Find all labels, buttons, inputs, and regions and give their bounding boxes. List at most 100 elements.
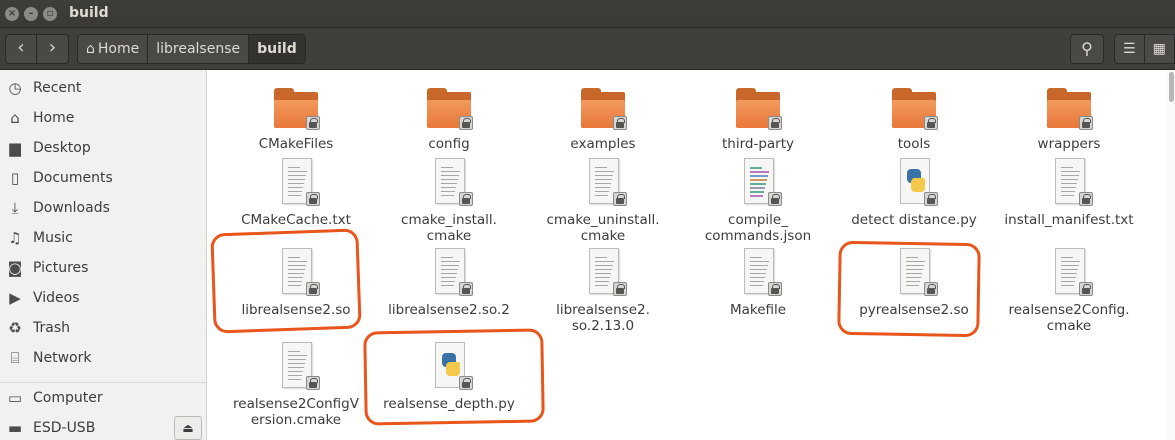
file-item-cmakefiles[interactable]: CMakeFiles bbox=[221, 80, 371, 152]
file-item-librealsense2-so-2-13-0[interactable]: librealsense2. so.2.13.0 bbox=[528, 246, 678, 334]
folder-icon: ▆ bbox=[9, 139, 21, 157]
breadcrumb: ⌂ Home librealsense build bbox=[77, 34, 306, 64]
annotation-circle bbox=[837, 240, 981, 338]
file-item-config[interactable]: config bbox=[374, 80, 524, 152]
text-file-icon bbox=[577, 246, 629, 298]
file-item-cmake-uninstall-cmake[interactable]: cmake_uninstall. cmake bbox=[528, 156, 678, 244]
file-item-third-party[interactable]: third-party bbox=[683, 80, 833, 152]
lock-icon bbox=[613, 282, 627, 296]
text-file-icon bbox=[732, 246, 784, 298]
document-icon: ▯ bbox=[10, 169, 20, 187]
eject-button[interactable]: ⏏ bbox=[174, 416, 202, 440]
folder-icon bbox=[1043, 80, 1095, 132]
file-item-detect-distance-py[interactable]: detect distance.py bbox=[839, 156, 989, 228]
home-icon: ⌂ bbox=[86, 41, 95, 57]
download-icon: ⤓ bbox=[11, 199, 19, 217]
sidebar-item-label: Videos bbox=[33, 290, 80, 306]
sidebar-item-home[interactable]: ⌂ Home bbox=[0, 104, 206, 132]
folder-icon bbox=[888, 80, 940, 132]
folder-icon bbox=[732, 80, 784, 132]
json-file-icon bbox=[732, 156, 784, 208]
sidebar-item-downloads[interactable]: ⤓ Downloads bbox=[0, 194, 206, 222]
sidebar-item-label: Downloads bbox=[33, 200, 110, 216]
file-item-cmake-install-cmake[interactable]: cmake_install. cmake bbox=[374, 156, 524, 244]
file-name: CMakeCache.txt bbox=[241, 212, 351, 228]
lock-icon bbox=[306, 192, 320, 206]
lock-icon bbox=[768, 282, 782, 296]
lock-icon bbox=[459, 116, 473, 130]
grid-view-button[interactable]: ▦ bbox=[1145, 35, 1174, 63]
maximize-window-button[interactable]: ▫ bbox=[43, 7, 57, 21]
scrollbar-thumb[interactable] bbox=[1169, 72, 1174, 102]
sidebar-item-computer[interactable]: ▭ Computer bbox=[0, 384, 206, 412]
sidebar-item-label: ESD-USB bbox=[33, 420, 96, 436]
lock-icon bbox=[1079, 192, 1093, 206]
file-item-install-manifest-txt[interactable]: install_manifest.txt bbox=[994, 156, 1144, 228]
file-item-realsense2configv-ersion-cmake[interactable]: realsense2ConfigV ersion.cmake bbox=[221, 340, 371, 428]
video-icon: ▶ bbox=[9, 289, 21, 307]
window-title: build bbox=[69, 5, 109, 21]
sidebar-item-pictures[interactable]: ◙ Pictures bbox=[0, 254, 206, 282]
file-item-compile-commands-json[interactable]: compile_ commands.json bbox=[683, 156, 833, 244]
file-name: cmake_uninstall. cmake bbox=[546, 212, 660, 244]
text-file-icon bbox=[1043, 246, 1095, 298]
breadcrumb-build[interactable]: build bbox=[249, 35, 305, 63]
sidebar-item-documents[interactable]: ▯ Documents bbox=[0, 164, 206, 192]
breadcrumb-home[interactable]: ⌂ Home bbox=[78, 35, 149, 63]
minimize-window-button[interactable]: – bbox=[24, 7, 38, 21]
breadcrumb-label: Home bbox=[97, 41, 140, 57]
sidebar-item-label: Music bbox=[33, 230, 73, 246]
file-item-examples[interactable]: examples bbox=[528, 80, 678, 152]
file-name: wrappers bbox=[1037, 136, 1101, 152]
scrollbar[interactable] bbox=[1167, 70, 1175, 440]
annotation-circle bbox=[363, 328, 545, 426]
file-name: examples bbox=[570, 136, 636, 152]
file-name: tools bbox=[897, 136, 931, 152]
lock-icon bbox=[768, 116, 782, 130]
text-file-icon bbox=[577, 156, 629, 208]
title-bar: × – ▫ build bbox=[0, 0, 1175, 28]
sidebar-item-desktop[interactable]: ▆ Desktop bbox=[0, 134, 206, 162]
folder-icon bbox=[270, 80, 322, 132]
file-name: config bbox=[428, 136, 470, 152]
file-item-wrappers[interactable]: wrappers bbox=[994, 80, 1144, 152]
sidebar-item-label: Documents bbox=[33, 170, 113, 186]
sidebar-item-music[interactable]: ♫ Music bbox=[0, 224, 206, 252]
sidebar-item-label: Computer bbox=[33, 390, 103, 406]
breadcrumb-librealsense[interactable]: librealsense bbox=[148, 35, 250, 63]
sidebar-item-trash[interactable]: ♻ Trash bbox=[0, 314, 206, 342]
file-name: detect distance.py bbox=[851, 212, 977, 228]
camera-icon: ◙ bbox=[7, 259, 23, 277]
lock-icon bbox=[459, 192, 473, 206]
sidebar-item-network[interactable]: ⌸ Network bbox=[0, 344, 206, 372]
file-item-tools[interactable]: tools bbox=[839, 80, 989, 152]
annotation-circle bbox=[210, 228, 362, 334]
text-file-icon bbox=[1043, 156, 1095, 208]
file-item-makefile[interactable]: Makefile bbox=[683, 246, 833, 318]
eject-icon: ⏏ bbox=[182, 421, 194, 435]
computer-icon: ▭ bbox=[7, 389, 23, 407]
close-window-button[interactable]: × bbox=[5, 7, 19, 21]
lock-icon bbox=[306, 376, 320, 390]
list-view-button[interactable]: ☰ bbox=[1115, 35, 1145, 63]
drive-icon: ▬ bbox=[7, 419, 23, 437]
sidebar-item-recent[interactable]: ◷ Recent bbox=[0, 74, 206, 102]
view-mode-buttons: ☰ ▦ bbox=[1114, 34, 1175, 64]
file-name: realsense2ConfigV ersion.cmake bbox=[233, 396, 359, 428]
file-item-cmakecache-txt[interactable]: CMakeCache.txt bbox=[221, 156, 371, 228]
text-file-icon bbox=[270, 156, 322, 208]
file-name: third-party bbox=[721, 136, 795, 152]
forward-button[interactable]: › bbox=[37, 35, 68, 63]
search-button[interactable]: ⚲ bbox=[1070, 34, 1104, 64]
sidebar-item-label: Network bbox=[33, 350, 92, 366]
back-button[interactable]: ‹ bbox=[6, 35, 37, 63]
sidebar-item-label: Recent bbox=[33, 80, 82, 96]
file-item-realsense2config-cmake[interactable]: realsense2Config. cmake bbox=[994, 246, 1144, 334]
file-name: realsense2Config. cmake bbox=[1008, 302, 1130, 334]
folder-icon bbox=[423, 80, 475, 132]
file-name: CMakeFiles bbox=[258, 136, 334, 152]
trash-icon: ♻ bbox=[8, 319, 22, 337]
sidebar-item-videos[interactable]: ▶ Videos bbox=[0, 284, 206, 312]
lock-icon bbox=[768, 192, 782, 206]
file-item-librealsense2-so-2[interactable]: librealsense2.so.2 bbox=[374, 246, 524, 318]
